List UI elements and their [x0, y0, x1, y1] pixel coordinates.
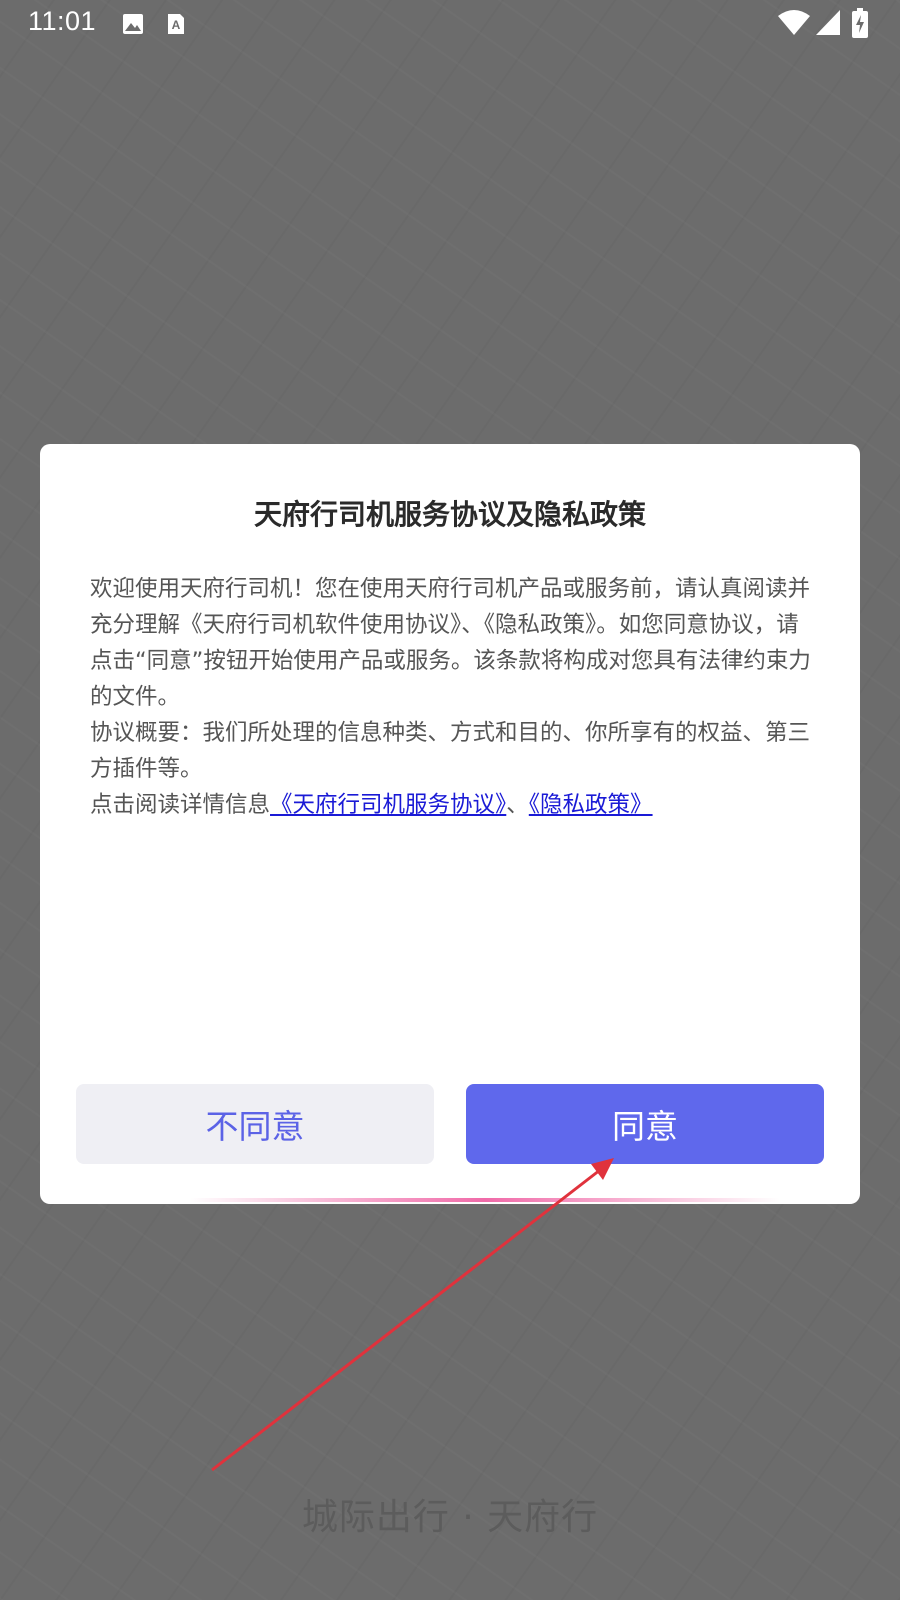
agreement-summary-text: 协议概要：我们所处理的信息种类、方式和目的、你所享有的权益、第三方插件等。: [90, 720, 811, 782]
agreement-intro-text: 欢迎使用天府行司机！您在使用天府行司机产品或服务前，请认真阅读并充分理解《天府行…: [90, 576, 811, 710]
font-icon: A: [167, 13, 185, 39]
status-time: 11:01: [28, 6, 97, 36]
agreement-links-line: 点击阅读详情信息《天府行司机服务协议》、《隐私政策》: [90, 787, 816, 823]
wifi-icon: [778, 10, 810, 40]
service-agreement-link[interactable]: 《天府行司机服务协议》: [270, 792, 506, 818]
disagree-button[interactable]: 不同意: [76, 1084, 434, 1164]
link-separator: 、: [506, 792, 529, 818]
app-slogan: 城际出行 · 天府行: [301, 1497, 599, 1538]
dialog-body: 欢迎使用天府行司机！您在使用天府行司机产品或服务前，请认真阅读并充分理解《天府行…: [90, 571, 816, 823]
privacy-dialog: 天府行司机服务协议及隐私政策 欢迎使用天府行司机！您在使用天府行司机产品或服务前…: [40, 444, 860, 1204]
svg-text:A: A: [172, 18, 181, 32]
image-icon: [122, 13, 144, 39]
privacy-policy-link[interactable]: 《隐私政策》: [529, 792, 653, 818]
battery-charging-icon: [852, 8, 868, 42]
signal-icon: [816, 10, 840, 40]
dialog-title: 天府行司机服务协议及隐私政策: [253, 498, 646, 531]
status-bar: 11:01 A: [0, 0, 900, 50]
agree-button[interactable]: 同意: [466, 1084, 824, 1164]
glow-divider: [190, 1198, 780, 1202]
read-details-label: 点击阅读详情信息: [90, 792, 271, 818]
